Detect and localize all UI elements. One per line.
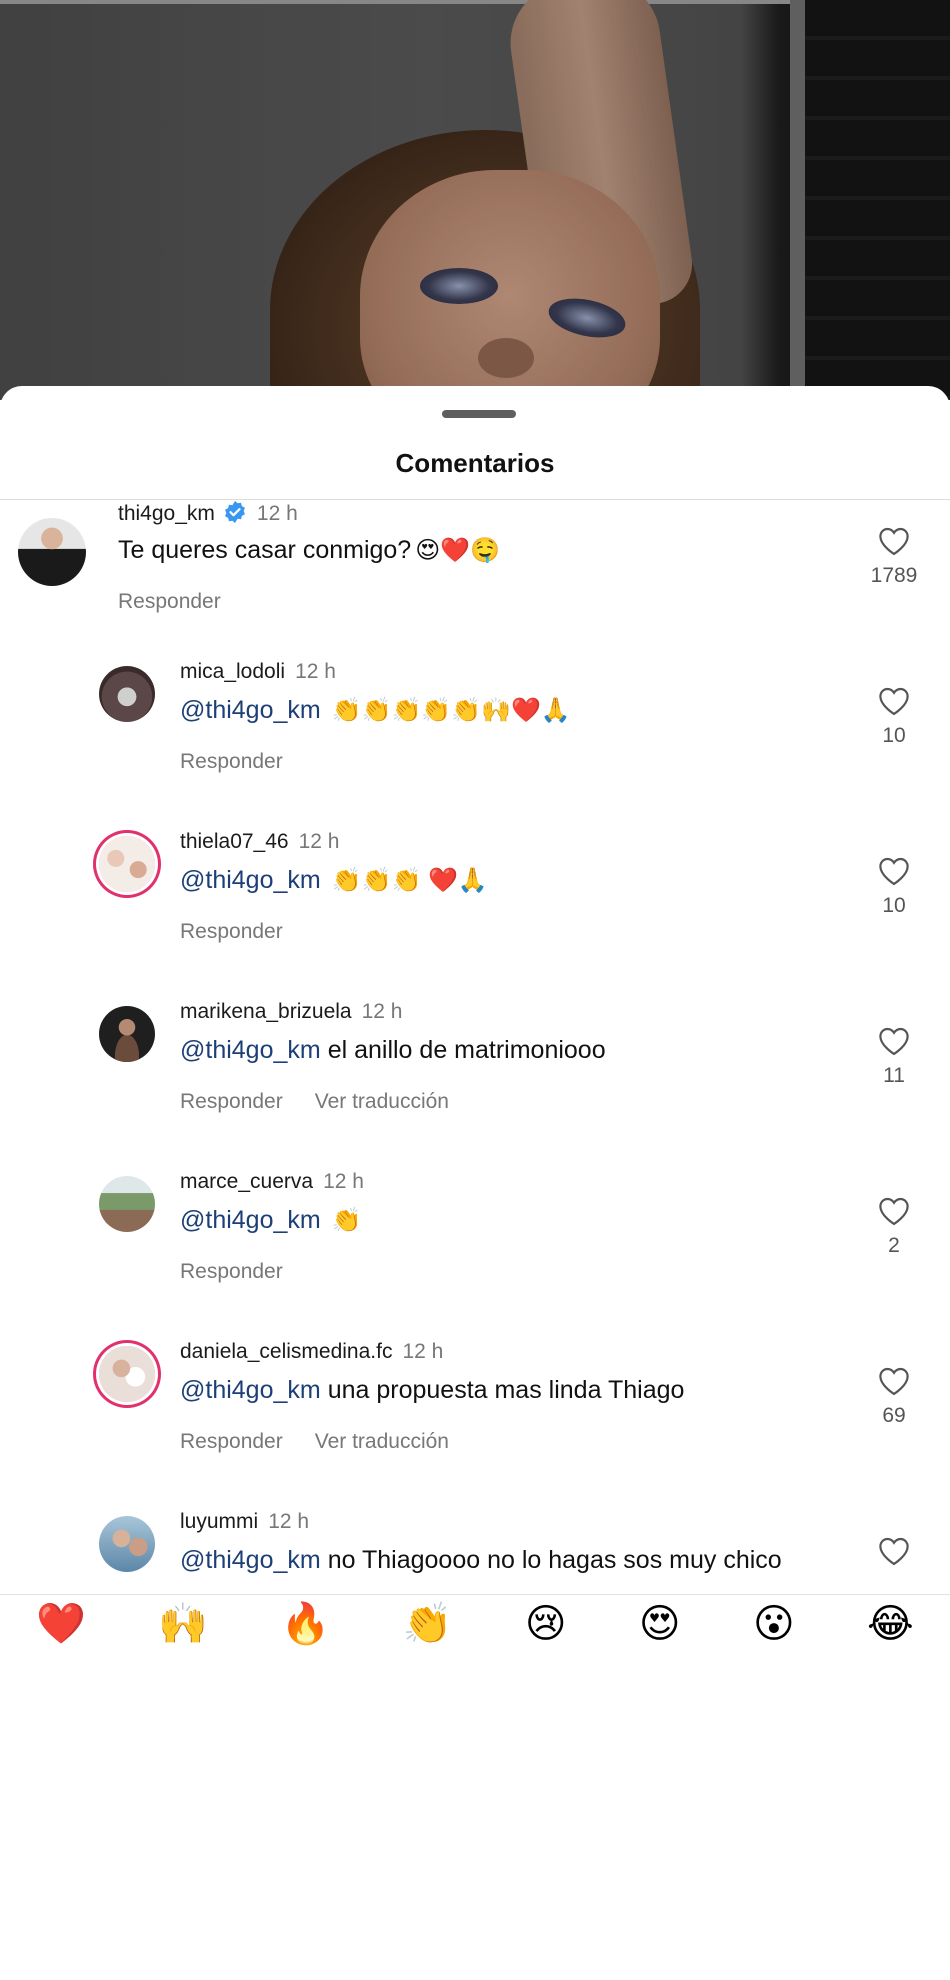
- comment-actions: Responder: [118, 590, 253, 614]
- heart-icon[interactable]: [877, 526, 911, 556]
- comment-actions: Responder: [180, 920, 315, 944]
- avatar[interactable]: [99, 1516, 155, 1572]
- comment-actions: Responder Ver traducción: [180, 1090, 481, 1114]
- quick-reactions-bar: ❤️ 🙌 🔥 👏 😢 😍 😮 😂: [0, 1594, 950, 1653]
- comment-body: el anillo de matrimoniooo: [327, 1036, 606, 1064]
- reply-button[interactable]: Responder: [180, 1260, 283, 1283]
- comment-emoji: 👏👏👏👏👏🙌❤️🙏: [331, 697, 571, 724]
- see-translation-button[interactable]: Ver traducción: [315, 1090, 449, 1113]
- comment-username[interactable]: mica_lodoli: [180, 660, 285, 683]
- heart-icon[interactable]: [877, 1026, 911, 1056]
- comment-body: no Thiagoooo no lo hagas sos muy chico: [327, 1546, 782, 1574]
- avatar[interactable]: [99, 836, 155, 892]
- avatar[interactable]: [99, 666, 155, 722]
- like-count: 1789: [870, 564, 918, 587]
- heart-icon[interactable]: [877, 686, 911, 716]
- comment-text: @thi4go_km una propuesta mas linda Thiag…: [180, 1376, 684, 1405]
- avatar[interactable]: [18, 518, 86, 586]
- comment-text: @thi4go_km no Thiagoooo no lo hagas sos …: [180, 1546, 782, 1575]
- comment-username[interactable]: marce_cuerva: [180, 1170, 313, 1193]
- reaction-surprised[interactable]: 😮: [753, 1595, 795, 1653]
- comment-body: una propuesta mas linda Thiago: [327, 1376, 685, 1404]
- comment-username[interactable]: daniela_celismedina.fc: [180, 1340, 392, 1363]
- reaction-fire[interactable]: 🔥: [281, 1595, 331, 1653]
- reaction-raised-hands[interactable]: 🙌: [158, 1595, 208, 1653]
- like-control: 69: [868, 1366, 920, 1428]
- comment-actions: Responder Ver traducción: [180, 1430, 481, 1454]
- like-count: 69: [882, 1404, 906, 1427]
- comment-time: 12 h: [298, 830, 340, 853]
- like-control: 2: [868, 1196, 920, 1258]
- mention-link[interactable]: @thi4go_km: [180, 1206, 321, 1234]
- mention-link[interactable]: @thi4go_km: [180, 1546, 321, 1574]
- avatar[interactable]: [99, 1176, 155, 1232]
- like-count: 10: [882, 724, 906, 747]
- mention-link[interactable]: @thi4go_km: [180, 1376, 321, 1404]
- heart-icon[interactable]: [877, 1366, 911, 1396]
- heart-icon[interactable]: [877, 856, 911, 886]
- comment-emoji: 👏: [331, 1207, 362, 1234]
- reaction-laughing[interactable]: 😂: [867, 1595, 914, 1653]
- comment-text: @thi4go_km el anillo de matrimoniooo: [180, 1036, 606, 1065]
- avatar[interactable]: [99, 1006, 155, 1062]
- comment-list[interactable]: thi4go_km 12 h Te queres casar conmigo? 😍❤…: [0, 500, 950, 1980]
- like-control: 10: [868, 686, 920, 748]
- comment-time: 12 h: [361, 1000, 403, 1023]
- comment-actions: Responder: [180, 1260, 315, 1284]
- like-control: [868, 1536, 920, 1566]
- reply-button[interactable]: Responder: [180, 750, 283, 773]
- reaction-clap[interactable]: 👏: [403, 1595, 453, 1653]
- comment-actions: Responder: [180, 750, 315, 774]
- like-count: 10: [882, 894, 906, 917]
- reaction-heart-eyes[interactable]: 😍: [639, 1595, 681, 1653]
- like-count: 11: [883, 1064, 905, 1087]
- heart-icon[interactable]: [877, 1196, 911, 1226]
- comment-time: 12 h: [402, 1340, 444, 1363]
- reaction-crying[interactable]: 😢: [525, 1595, 567, 1653]
- avatar[interactable]: [99, 1346, 155, 1402]
- comment-username[interactable]: thi4go_km: [118, 502, 215, 525]
- photo-dim-overlay: [0, 0, 950, 400]
- reply-button[interactable]: Responder: [118, 590, 221, 613]
- reply-button[interactable]: Responder: [180, 1430, 283, 1453]
- reply-button[interactable]: Responder: [180, 920, 283, 943]
- like-control: 10: [868, 856, 920, 918]
- comments-sheet: Comentarios thi4go_km 12 h Te queres casa…: [0, 386, 950, 1652]
- reply-button[interactable]: Responder: [180, 1090, 283, 1113]
- see-translation-button[interactable]: Ver traducción: [315, 1430, 449, 1453]
- comment-text: @thi4go_km 👏: [180, 1206, 362, 1235]
- mention-link[interactable]: @thi4go_km: [180, 866, 321, 894]
- comment-text: Te queres casar conmigo? 😍❤️🤤: [118, 536, 500, 565]
- comment-username[interactable]: marikena_brizuela: [180, 1000, 352, 1023]
- sheet-title: Comentarios: [395, 448, 555, 478]
- comment-time: 12 h: [323, 1170, 364, 1193]
- like-count: 2: [888, 1234, 900, 1257]
- mention-link[interactable]: @thi4go_km: [180, 696, 321, 724]
- comment-username[interactable]: luyummi: [180, 1510, 258, 1533]
- verified-badge-icon: [224, 501, 245, 523]
- comment-time: 12 h: [256, 502, 298, 525]
- comment-emoji: 👏👏👏 ❤️🙏: [331, 867, 488, 894]
- comment-text: @thi4go_km 👏👏👏👏👏🙌❤️🙏: [180, 696, 571, 725]
- comment-time: 12 h: [295, 660, 336, 683]
- like-control: 1789: [868, 526, 920, 588]
- comment-emoji: 😍❤️🤤: [415, 537, 501, 564]
- like-control: 11: [868, 1026, 920, 1088]
- reaction-heart[interactable]: ❤️: [36, 1595, 86, 1653]
- comment-body: Te queres casar conmigo?: [118, 536, 412, 564]
- heart-icon[interactable]: [877, 1536, 911, 1566]
- post-photo: [0, 0, 950, 400]
- comment-username[interactable]: thiela07_46: [180, 830, 289, 853]
- mention-link[interactable]: @thi4go_km: [180, 1036, 321, 1064]
- comment-time: 12 h: [268, 1510, 310, 1533]
- sheet-drag-handle[interactable]: [442, 410, 516, 418]
- comment-text: @thi4go_km 👏👏👏 ❤️🙏: [180, 866, 488, 895]
